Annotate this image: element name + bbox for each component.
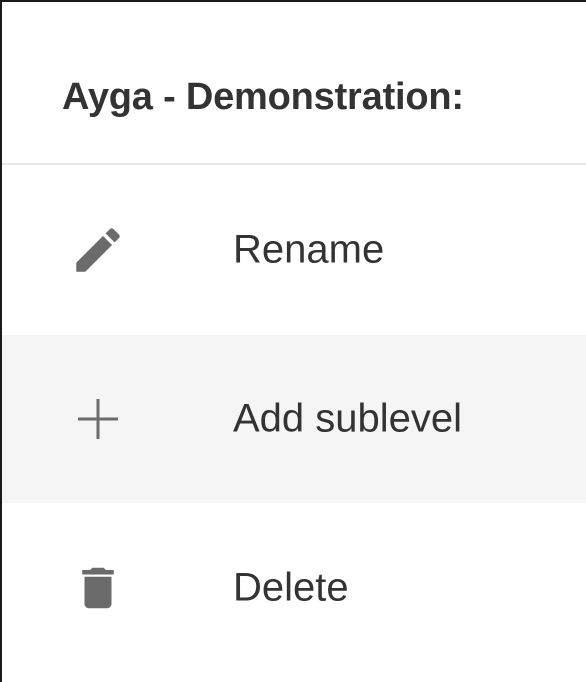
menu-list: Rename Add sublevel Delete xyxy=(2,165,586,673)
trash-icon xyxy=(66,556,130,620)
add-sublevel-label: Add sublevel xyxy=(233,396,463,441)
plus-icon xyxy=(66,387,130,451)
add-sublevel-menu-item[interactable]: Add sublevel xyxy=(2,335,586,503)
menu-title: Ayga - Demonstration: xyxy=(62,76,464,118)
context-menu: Ayga - Demonstration: Rename Add subleve… xyxy=(0,0,586,682)
rename-menu-item[interactable]: Rename xyxy=(2,165,586,335)
rename-label: Rename xyxy=(233,227,385,272)
delete-label: Delete xyxy=(233,565,349,610)
delete-menu-item[interactable]: Delete xyxy=(2,503,586,673)
pencil-icon xyxy=(66,218,130,282)
menu-header: Ayga - Demonstration: xyxy=(2,2,586,165)
